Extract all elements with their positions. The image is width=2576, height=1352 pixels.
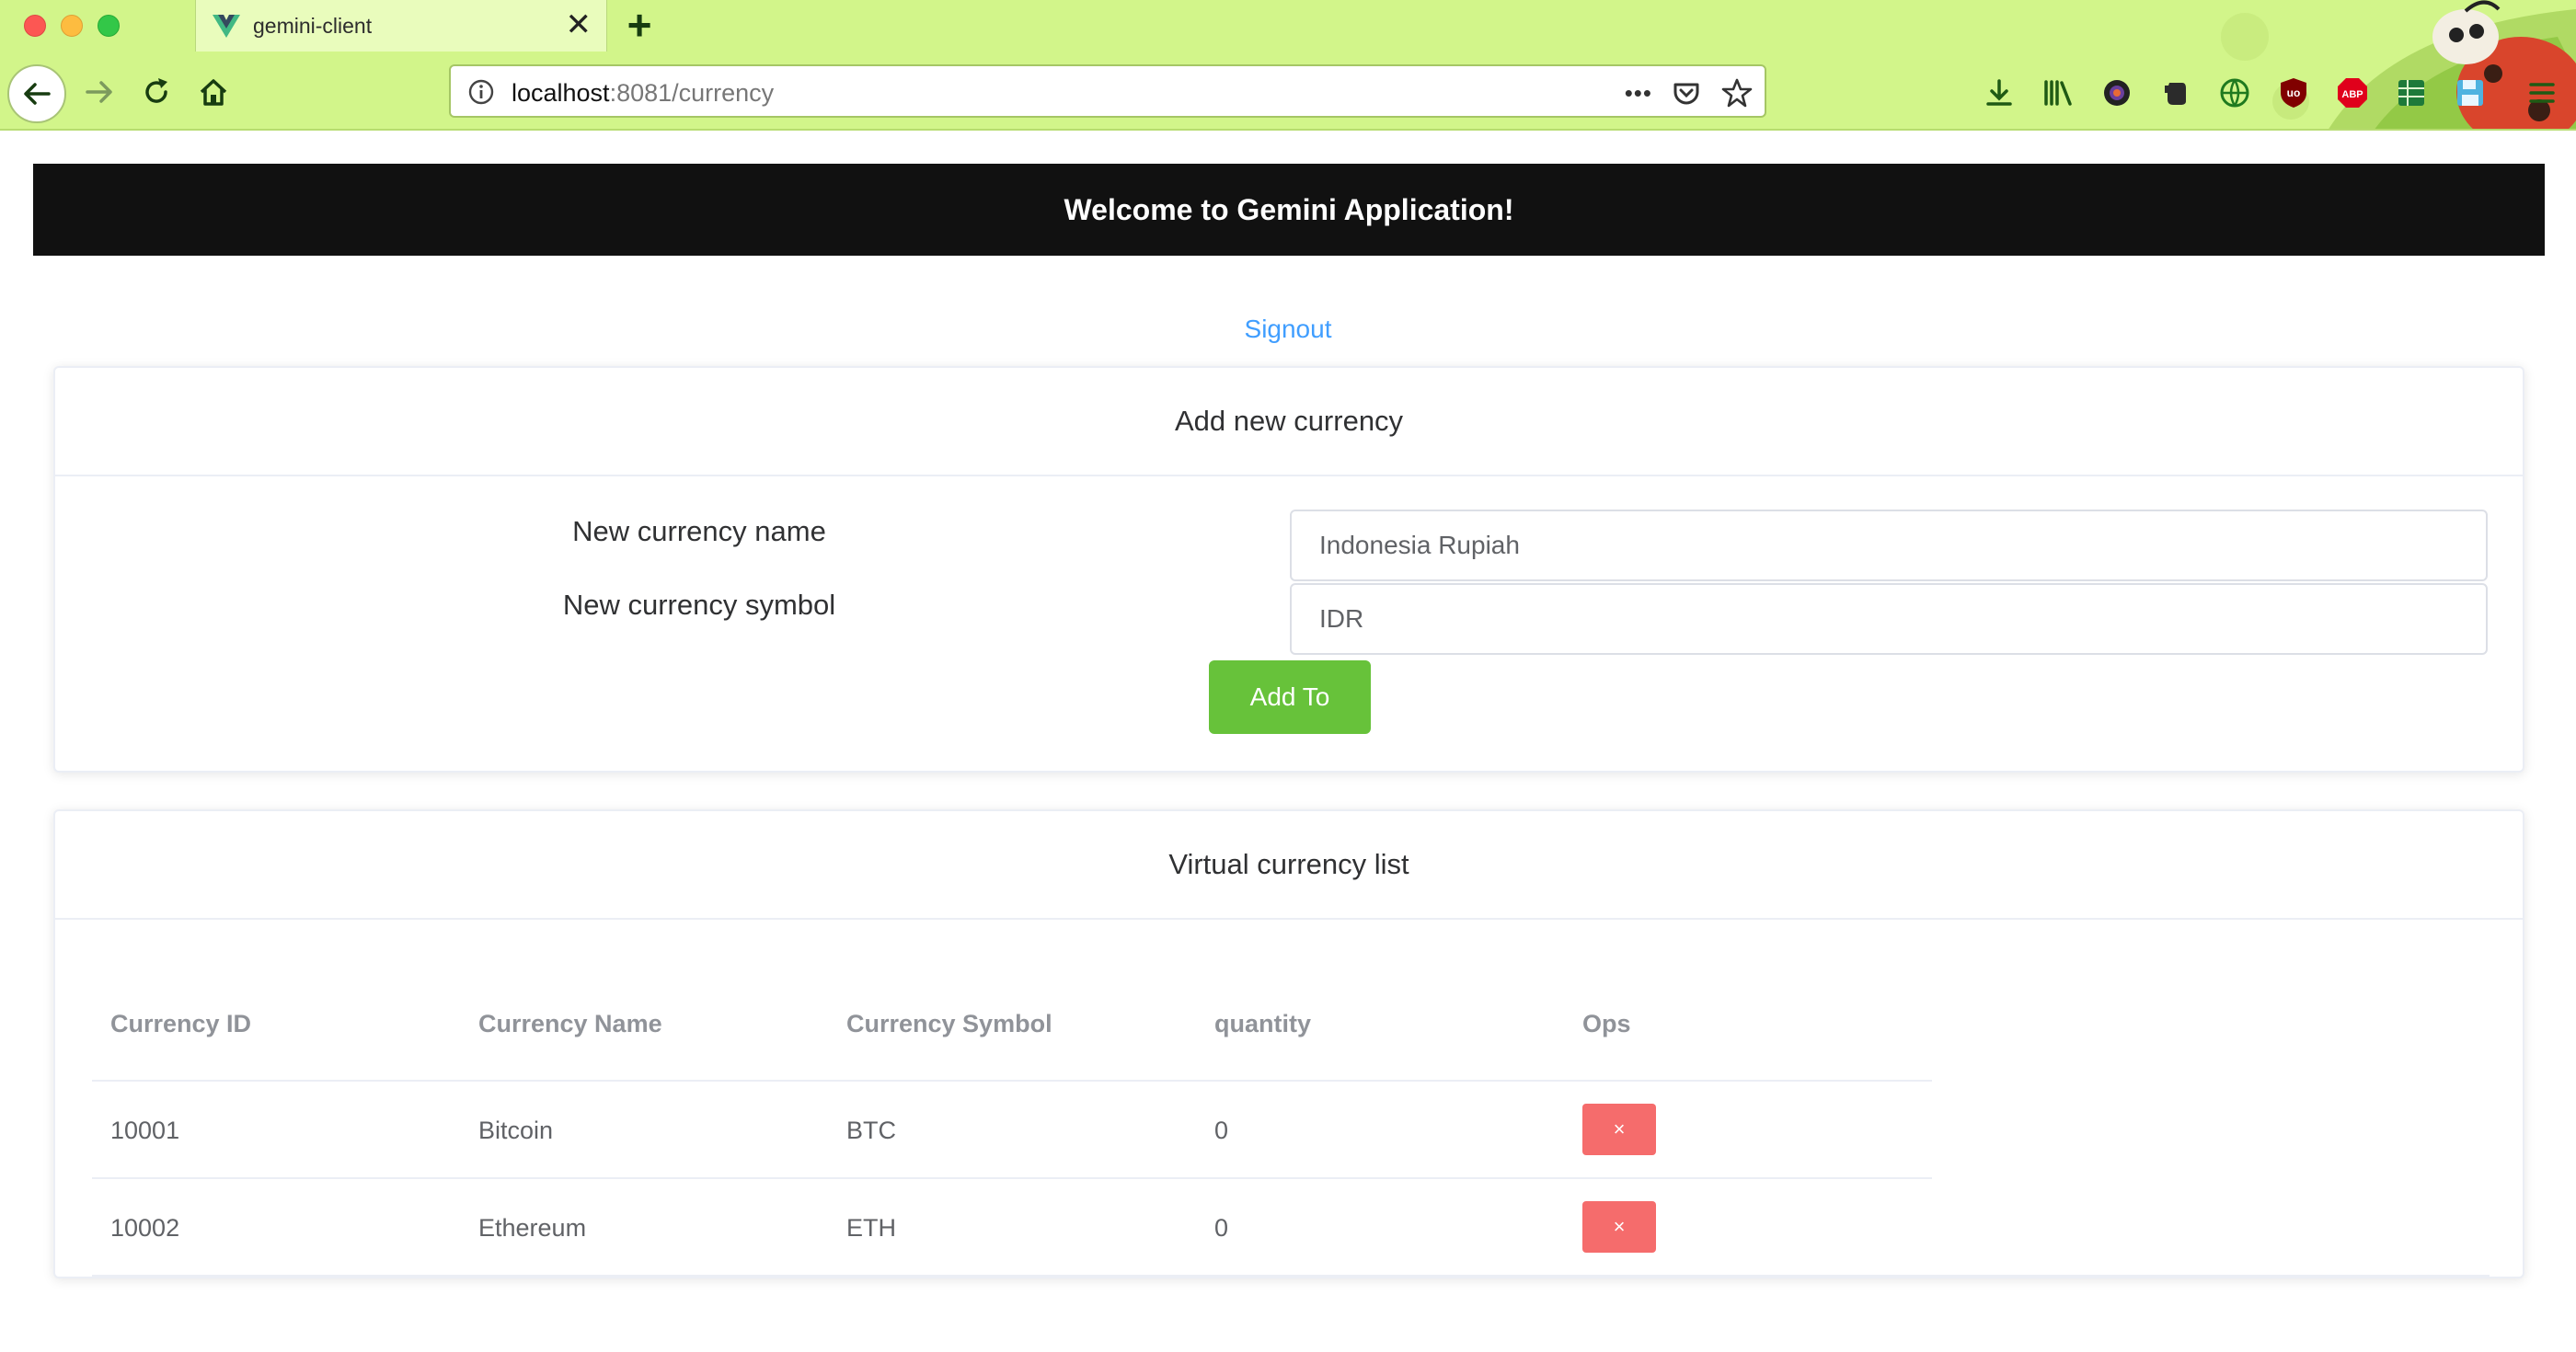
address-bar[interactable]: localhost:8081/currency ••• bbox=[449, 64, 1766, 118]
currency-list-card-header: Virtual currency list bbox=[55, 811, 2523, 920]
library-icon[interactable] bbox=[2037, 72, 2079, 114]
quantity-cell: 0 bbox=[1214, 1117, 1229, 1144]
home-icon bbox=[200, 79, 227, 106]
evernote-icon[interactable] bbox=[2155, 72, 2197, 114]
quantity-cell: 0 bbox=[1214, 1214, 1229, 1242]
column-header-currency-id: Currency ID bbox=[110, 1010, 252, 1037]
app-header: Welcome to Gemini Application! bbox=[33, 164, 2545, 256]
hamburger-menu-icon[interactable] bbox=[2521, 72, 2563, 114]
signout-row: Signout bbox=[0, 315, 2576, 344]
forward-button[interactable] bbox=[74, 66, 125, 118]
delete-currency-button[interactable]: × bbox=[1582, 1201, 1656, 1253]
arrow-right-icon bbox=[86, 81, 112, 103]
reload-button[interactable] bbox=[131, 66, 182, 118]
spreadsheet-extension-icon[interactable] bbox=[2390, 72, 2432, 114]
column-header-quantity: quantity bbox=[1214, 1010, 1311, 1037]
tab-bar: gemini-client ✕ + bbox=[0, 0, 2576, 52]
column-header-currency-name: Currency Name bbox=[478, 1010, 662, 1037]
page-actions-icon[interactable]: ••• bbox=[1625, 79, 1652, 108]
table-row: 10002 Ethereum ETH 0 × bbox=[92, 1179, 2490, 1277]
minimize-window-button[interactable] bbox=[61, 15, 83, 37]
info-icon[interactable] bbox=[467, 78, 495, 106]
reload-icon bbox=[145, 78, 167, 103]
app-header-title: Welcome to Gemini Application! bbox=[1064, 192, 1514, 226]
currency-symbol-label: New currency symbol bbox=[562, 589, 836, 621]
close-window-button[interactable] bbox=[24, 15, 46, 37]
add-currency-title: Add new currency bbox=[1174, 405, 1404, 437]
url-path: :8081/currency bbox=[609, 79, 775, 107]
currency-symbol-cell: ETH bbox=[846, 1214, 896, 1242]
add-currency-card-header: Add new currency bbox=[55, 368, 2523, 476]
tab-gemini-client[interactable]: gemini-client ✕ bbox=[195, 0, 607, 52]
currency-id-cell: 10002 bbox=[110, 1214, 180, 1242]
zoom-window-button[interactable] bbox=[98, 15, 120, 37]
currency-id-cell: 10001 bbox=[110, 1117, 180, 1144]
currency-list-title: Virtual currency list bbox=[1168, 848, 1409, 880]
currency-name-input[interactable] bbox=[1290, 510, 2488, 581]
currency-name-label: New currency name bbox=[572, 515, 826, 547]
adblock-plus-icon[interactable]: ABP bbox=[2331, 72, 2374, 114]
add-currency-button[interactable]: Add To bbox=[1209, 660, 1371, 734]
currency-symbol-input[interactable] bbox=[1290, 583, 2488, 655]
tab-title: gemini-client bbox=[253, 14, 373, 38]
home-button[interactable] bbox=[188, 66, 239, 118]
table-row: 10001 Bitcoin BTC 0 × bbox=[92, 1082, 1932, 1179]
tab-close-icon[interactable]: ✕ bbox=[566, 9, 592, 40]
bookmark-star-icon[interactable] bbox=[1720, 76, 1754, 109]
url-host: localhost bbox=[512, 79, 610, 107]
browser-chrome: gemini-client ✕ + localhost:8081/currenc… bbox=[0, 0, 2576, 131]
signout-link[interactable]: Signout bbox=[1245, 315, 1332, 343]
svg-text:uo: uo bbox=[2287, 86, 2301, 99]
currency-name-cell: Bitcoin bbox=[478, 1117, 554, 1144]
url-text[interactable]: localhost:8081/currency bbox=[512, 79, 774, 108]
currency-symbol-cell: BTC bbox=[846, 1117, 896, 1144]
vue-logo-icon bbox=[213, 15, 240, 38]
downloads-icon[interactable] bbox=[1978, 72, 2020, 114]
globe-extension-icon[interactable] bbox=[2214, 72, 2256, 114]
column-header-currency-symbol: Currency Symbol bbox=[846, 1010, 1052, 1037]
table-header-row: Currency ID Currency Name Currency Symbo… bbox=[92, 958, 1932, 1082]
lens-extension-icon[interactable] bbox=[2096, 72, 2138, 114]
add-currency-card: Add new currency New currency name New c… bbox=[53, 366, 2524, 773]
extension-toolbar: uo ABP bbox=[1978, 72, 2491, 114]
back-button[interactable] bbox=[7, 64, 66, 123]
ublock-icon[interactable]: uo bbox=[2272, 72, 2315, 114]
pocket-icon[interactable] bbox=[1671, 77, 1702, 109]
save-extension-icon[interactable] bbox=[2449, 72, 2491, 114]
delete-currency-button[interactable]: × bbox=[1582, 1104, 1656, 1155]
column-header-ops: Ops bbox=[1582, 1010, 1631, 1037]
page-content: Welcome to Gemini Application! Signout A… bbox=[0, 131, 2576, 1352]
arrow-left-icon bbox=[24, 83, 51, 105]
new-tab-button[interactable]: + bbox=[618, 4, 661, 46]
currency-list-card: Virtual currency list Currency ID Curren… bbox=[53, 809, 2524, 1278]
currency-name-cell: Ethereum bbox=[478, 1214, 587, 1242]
url-actions: ••• bbox=[1625, 75, 1754, 110]
svg-text:ABP: ABP bbox=[2341, 89, 2363, 100]
